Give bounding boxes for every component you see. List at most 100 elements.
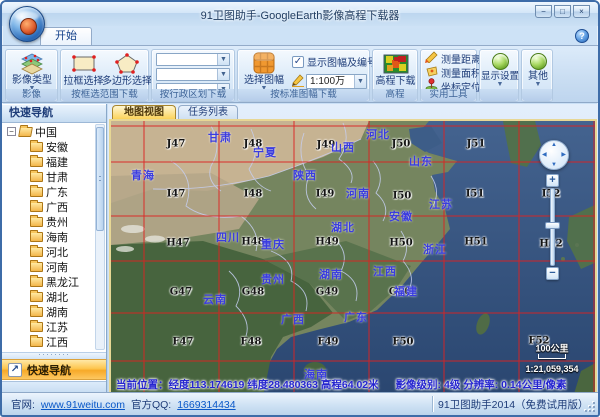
pan-left-icon[interactable]: ◀ bbox=[542, 151, 547, 158]
qq-link[interactable]: 1669314434 bbox=[177, 399, 235, 411]
checkbox-icon: ✓ bbox=[292, 56, 304, 68]
sheet-number-label: H50 bbox=[389, 238, 412, 249]
tree-item-label: 广东 bbox=[46, 184, 68, 200]
sidebar-header: 快速导航 bbox=[2, 105, 106, 123]
elevation-download-button[interactable]: 高程下载 bbox=[374, 51, 417, 88]
pan-control[interactable]: ▲ ▼ ◀ ▶ bbox=[539, 140, 569, 170]
map-status-overlay: 当前位置：经度113.174619 纬度28.480363 高程64.02米 影… bbox=[116, 377, 593, 392]
tree-item[interactable]: 安徽 bbox=[2, 139, 94, 154]
chevron-down-icon: ▼ bbox=[217, 54, 229, 65]
select-sheet-button[interactable]: 选择图幅 ▼ bbox=[240, 51, 288, 88]
sheet-number-label: F48 bbox=[240, 337, 261, 348]
ribbon: 影像类型 ▼ 影像 拉框选择 bbox=[2, 45, 598, 103]
province-label: 陕西 bbox=[293, 167, 317, 183]
zoom-out-button[interactable]: − bbox=[546, 267, 559, 280]
province-label: 江西 bbox=[373, 263, 397, 279]
polygon-select-button[interactable]: 多边形选择 bbox=[105, 51, 149, 88]
province-label: 广东 bbox=[344, 309, 368, 325]
province-tree: −中国安徽福建甘肃广东广西贵州海南河北河南黑龙江湖北湖南江苏江西吉林 bbox=[2, 124, 94, 350]
sheet-number-label: G47 bbox=[170, 287, 192, 298]
sidebar: 快速导航 −中国安徽福建甘肃广东广西贵州海南河北河南黑龙江湖北湖南江苏江西吉林 … bbox=[2, 104, 107, 396]
site-link[interactable]: www.91weitu.com bbox=[41, 399, 125, 411]
tree-root-china[interactable]: −中国 bbox=[2, 124, 94, 139]
pan-right-icon[interactable]: ▶ bbox=[561, 151, 566, 158]
province-label: 河南 bbox=[346, 185, 370, 201]
tree-item-label: 湖北 bbox=[46, 289, 68, 305]
province-label: 安徽 bbox=[389, 208, 413, 224]
zoom-in-button[interactable]: + bbox=[546, 174, 559, 187]
other-button[interactable]: 其他 ▼ bbox=[522, 51, 554, 88]
province-label: 广西 bbox=[281, 311, 305, 327]
tree-item[interactable]: 河南 bbox=[2, 259, 94, 274]
display-settings-button[interactable]: 显示设置 ▼ bbox=[480, 51, 520, 88]
tree-item[interactable]: 湖北 bbox=[2, 289, 94, 304]
quick-nav-button[interactable]: ↗ 快速导航 bbox=[2, 359, 106, 380]
sheet-number-label: H51 bbox=[464, 237, 487, 248]
tree-item-label: 江苏 bbox=[46, 319, 68, 335]
province-label: 重庆 bbox=[261, 236, 285, 252]
window-title: 91卫图助手-GoogleEarth影像高程下载器 bbox=[2, 7, 598, 23]
show-sheet-checkbox[interactable]: ✓ 显示图幅及编号 bbox=[292, 54, 377, 69]
group-elevation: 高程下载 高程 bbox=[372, 49, 418, 102]
tree-item[interactable]: 贵州 bbox=[2, 214, 94, 229]
status-bar: 官网: www.91weitu.com 官方QQ: 1669314434 91卫… bbox=[2, 392, 598, 415]
scrollbar-thumb[interactable] bbox=[96, 127, 104, 231]
sheet-number-label: I50 bbox=[393, 191, 412, 202]
tree-item[interactable]: 广西 bbox=[2, 199, 94, 214]
province-combo[interactable]: ▼ bbox=[156, 53, 230, 66]
statusbar-divider bbox=[432, 396, 433, 412]
province-label: 湖南 bbox=[319, 266, 343, 282]
tree-item[interactable]: 湖南 bbox=[2, 304, 94, 319]
scale-ratio: 1:21,059,354 bbox=[525, 364, 578, 374]
imagery-type-button[interactable]: 影像类型 ▼ bbox=[8, 51, 56, 88]
sheet-number-label: G49 bbox=[316, 287, 338, 298]
tree-item-label: 湖南 bbox=[46, 304, 68, 320]
province-label: 河北 bbox=[366, 126, 390, 142]
city-combo[interactable]: ▼ bbox=[156, 68, 230, 81]
tree-item[interactable]: 黑龙江 bbox=[2, 274, 94, 289]
folder-icon bbox=[30, 322, 43, 332]
province-label: 宁夏 bbox=[253, 144, 277, 160]
display-settings-icon bbox=[492, 53, 509, 70]
minimize-button[interactable]: − bbox=[535, 5, 552, 18]
current-position: 当前位置：经度113.174619 纬度28.480363 高程64.02米 bbox=[116, 379, 379, 391]
collapse-icon[interactable]: − bbox=[7, 127, 16, 136]
map-panel: 地图视图 任务列表 bbox=[108, 104, 599, 396]
group-display: 显示设置 ▼ bbox=[479, 49, 519, 102]
resize-grip-icon[interactable] bbox=[583, 400, 595, 412]
tree-scrollbar[interactable] bbox=[95, 124, 105, 350]
tab-start[interactable]: 开始 bbox=[40, 27, 92, 45]
folder-icon bbox=[30, 187, 43, 197]
tree-item[interactable]: 甘肃 bbox=[2, 169, 94, 184]
tab-task-list[interactable]: 任务列表 bbox=[178, 105, 238, 119]
site-label: 官网: bbox=[11, 397, 35, 412]
zoom-slider-thumb[interactable] bbox=[545, 222, 560, 229]
province-label: 江苏 bbox=[429, 196, 453, 212]
tree-item[interactable]: 海南 bbox=[2, 229, 94, 244]
tree-item-label: 广西 bbox=[46, 199, 68, 215]
tree-item[interactable]: 广东 bbox=[2, 184, 94, 199]
app-window: 91卫图助手-GoogleEarth影像高程下载器 − □ × 开始 ? bbox=[0, 0, 600, 417]
tab-map-view[interactable]: 地图视图 bbox=[112, 105, 176, 119]
folder-icon bbox=[30, 307, 43, 317]
pan-down-icon[interactable]: ▼ bbox=[551, 162, 557, 168]
pan-up-icon[interactable]: ▲ bbox=[551, 142, 557, 148]
tree-item[interactable]: 福建 bbox=[2, 154, 94, 169]
folder-icon bbox=[30, 262, 43, 272]
folder-icon bbox=[30, 172, 43, 182]
sheet-number-label: I51 bbox=[466, 189, 485, 200]
tree-item[interactable]: 江西 bbox=[2, 334, 94, 349]
help-icon[interactable]: ? bbox=[575, 29, 589, 43]
title-bar: 91卫图助手-GoogleEarth影像高程下载器 − □ × bbox=[2, 2, 598, 26]
tree-item[interactable]: 江苏 bbox=[2, 319, 94, 334]
satellite-map bbox=[111, 121, 597, 395]
app-menu-orb-icon[interactable] bbox=[9, 6, 45, 42]
drag-box-select-button[interactable]: 拉框选择 bbox=[62, 51, 105, 88]
scale-combo[interactable]: 1:100万 ▼ bbox=[306, 74, 367, 89]
maximize-button[interactable]: □ bbox=[554, 5, 571, 18]
tree-item[interactable]: 河北 bbox=[2, 244, 94, 259]
chevron-down-icon: ▼ bbox=[354, 75, 366, 88]
close-button[interactable]: × bbox=[573, 5, 590, 18]
map-view[interactable]: J47J48J49J50J51I47I48I49I50I51I52H47H48H… bbox=[109, 119, 597, 395]
sidebar-splitter[interactable] bbox=[2, 352, 106, 359]
